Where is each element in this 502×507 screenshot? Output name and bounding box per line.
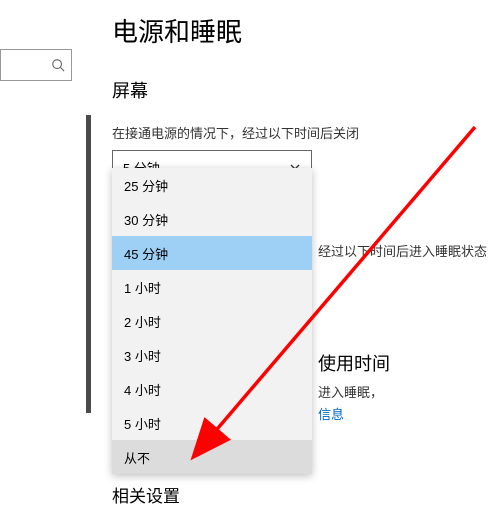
dropdown-option[interactable]: 2 小时 xyxy=(112,304,312,338)
related-settings-title: 相关设置 xyxy=(112,482,180,507)
dropdown-option[interactable]: 4 小时 xyxy=(112,372,312,406)
main-content: 电源和睡眠 屏幕 在接通电源的情况下，经过以下时间后关闭 5 分钟 xyxy=(112,12,492,184)
timeout-dropdown: 25 分钟30 分钟45 分钟1 小时2 小时3 小时4 小时5 小时从不 xyxy=(112,168,312,474)
dropdown-option[interactable]: 30 分钟 xyxy=(112,202,312,236)
search-icon xyxy=(51,58,65,72)
usage-time-text: 进入睡眠， xyxy=(318,382,383,401)
search-input[interactable] xyxy=(0,49,72,81)
dropdown-option[interactable]: 5 小时 xyxy=(112,406,312,440)
dropdown-option[interactable]: 45 分钟 xyxy=(112,236,312,270)
dropdown-option[interactable]: 从不 xyxy=(112,440,312,474)
sleep-description: 经过以下时间后进入睡眠状态 xyxy=(318,241,487,260)
usage-time-title: 使用时间 xyxy=(318,350,390,376)
section-screen-title: 屏幕 xyxy=(112,77,492,103)
info-link[interactable]: 信息 xyxy=(318,404,344,423)
page-title: 电源和睡眠 xyxy=(112,12,492,49)
dropdown-option[interactable]: 25 分钟 xyxy=(112,168,312,202)
dropdown-option[interactable]: 1 小时 xyxy=(112,270,312,304)
dropdown-option[interactable]: 3 小时 xyxy=(112,338,312,372)
screen-off-description: 在接通电源的情况下，经过以下时间后关闭 xyxy=(112,123,492,142)
scroll-indicator xyxy=(86,115,91,413)
